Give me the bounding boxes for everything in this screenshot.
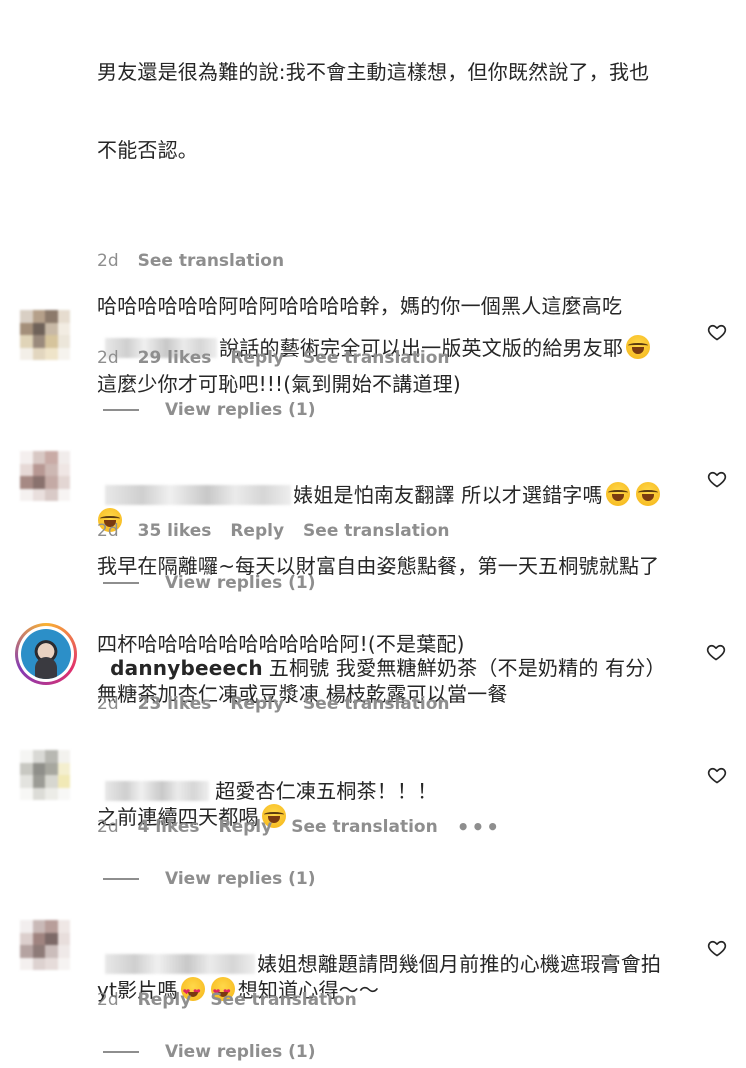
avatar[interactable] [20, 920, 70, 970]
heart-outline-icon[interactable] [707, 322, 727, 342]
reply-button[interactable]: Reply [230, 348, 284, 368]
reply-button[interactable]: Reply [138, 990, 192, 1010]
likes-count[interactable]: 4 likes [138, 817, 200, 837]
comment-time: 2d [97, 348, 119, 368]
comment-meta: 2d 35 likes Reply See translation [97, 520, 469, 542]
heart-outline-icon[interactable] [707, 469, 727, 489]
comment-line: 這麼少你才可恥吧!!!(氣到開始不講道理) [97, 372, 461, 396]
comment-line: 男友還是很為難的說:我不會主動這樣想，但你既然說了，我也 [97, 60, 650, 84]
avatar[interactable] [20, 310, 70, 360]
divider-line [103, 409, 139, 411]
username[interactable]: dannybeeech [110, 656, 263, 680]
reply-button[interactable]: Reply [230, 694, 284, 714]
comment-body: 婊姐是怕南友翻譯 所以才選錯字嗎 [293, 483, 603, 507]
comment-time: 2d [97, 521, 119, 541]
likes-count[interactable]: 35 likes [138, 521, 212, 541]
tears-of-joy-emoji [626, 335, 651, 359]
see-translation-link[interactable]: See translation [303, 521, 449, 541]
username-redacted[interactable] [105, 954, 256, 974]
reply-button[interactable]: Reply [230, 521, 284, 541]
see-translation-link[interactable]: See translation [138, 251, 284, 271]
avatar[interactable] [20, 451, 70, 501]
top-comment-meta: 2d See translation [97, 250, 303, 272]
view-replies-button[interactable]: View replies (1) [103, 399, 316, 421]
see-translation-link[interactable]: See translation [303, 348, 449, 368]
comment-body: 五桐號 我愛無糖鮮奶茶（不是奶精的 有分） [268, 656, 666, 680]
tears-of-joy-emoji [635, 482, 660, 506]
comment-body: 超愛杏仁凍五桐茶！！！ [215, 779, 438, 803]
comment-meta: 2d Reply See translation [97, 989, 376, 1011]
likes-count[interactable]: 29 likes [138, 348, 212, 368]
see-translation-link[interactable]: See translation [291, 817, 437, 837]
avatar[interactable] [15, 623, 77, 685]
divider-line [103, 582, 139, 584]
username-redacted[interactable] [105, 485, 292, 505]
comment-body: 婊姐想離題請問幾個月前推的心機遮瑕膏會拍 [257, 952, 662, 976]
likes-count[interactable]: 23 likes [138, 694, 212, 714]
reply-button[interactable]: Reply [219, 817, 273, 837]
comment-time: 2d [97, 694, 119, 714]
avatar[interactable] [20, 750, 70, 800]
divider-line [103, 878, 139, 880]
view-replies-label: View replies (1) [165, 400, 316, 420]
view-replies-label: View replies (1) [165, 573, 316, 593]
heart-outline-icon[interactable] [707, 938, 727, 958]
comment-meta: 2d 23 likes Reply See translation [97, 693, 469, 715]
username-redacted[interactable] [105, 781, 210, 801]
view-replies-button[interactable]: View replies (1) [103, 572, 316, 594]
more-options-icon[interactable]: ••• [457, 815, 501, 839]
heart-outline-icon[interactable] [706, 642, 726, 662]
view-replies-label: View replies (1) [165, 1042, 316, 1062]
comment-line: 不能否認。 [97, 138, 198, 162]
view-replies-button[interactable]: View replies (1) [103, 868, 316, 890]
heart-outline-icon[interactable] [707, 765, 727, 785]
comment-time: 2d [97, 817, 119, 837]
view-replies-button[interactable]: View replies (1) [103, 1041, 316, 1063]
divider-line [103, 1051, 139, 1053]
comment-meta: 2d 4 likes Reply See translation ••• [97, 815, 520, 839]
comment-meta: 2d 29 likes Reply See translation [97, 347, 469, 369]
see-translation-link[interactable]: See translation [303, 694, 449, 714]
see-translation-link[interactable]: See translation [210, 990, 356, 1010]
comment-time: 2d [97, 990, 119, 1010]
tears-of-joy-emoji [605, 482, 630, 506]
comment-time: 2d [97, 251, 119, 271]
view-replies-label: View replies (1) [165, 869, 316, 889]
